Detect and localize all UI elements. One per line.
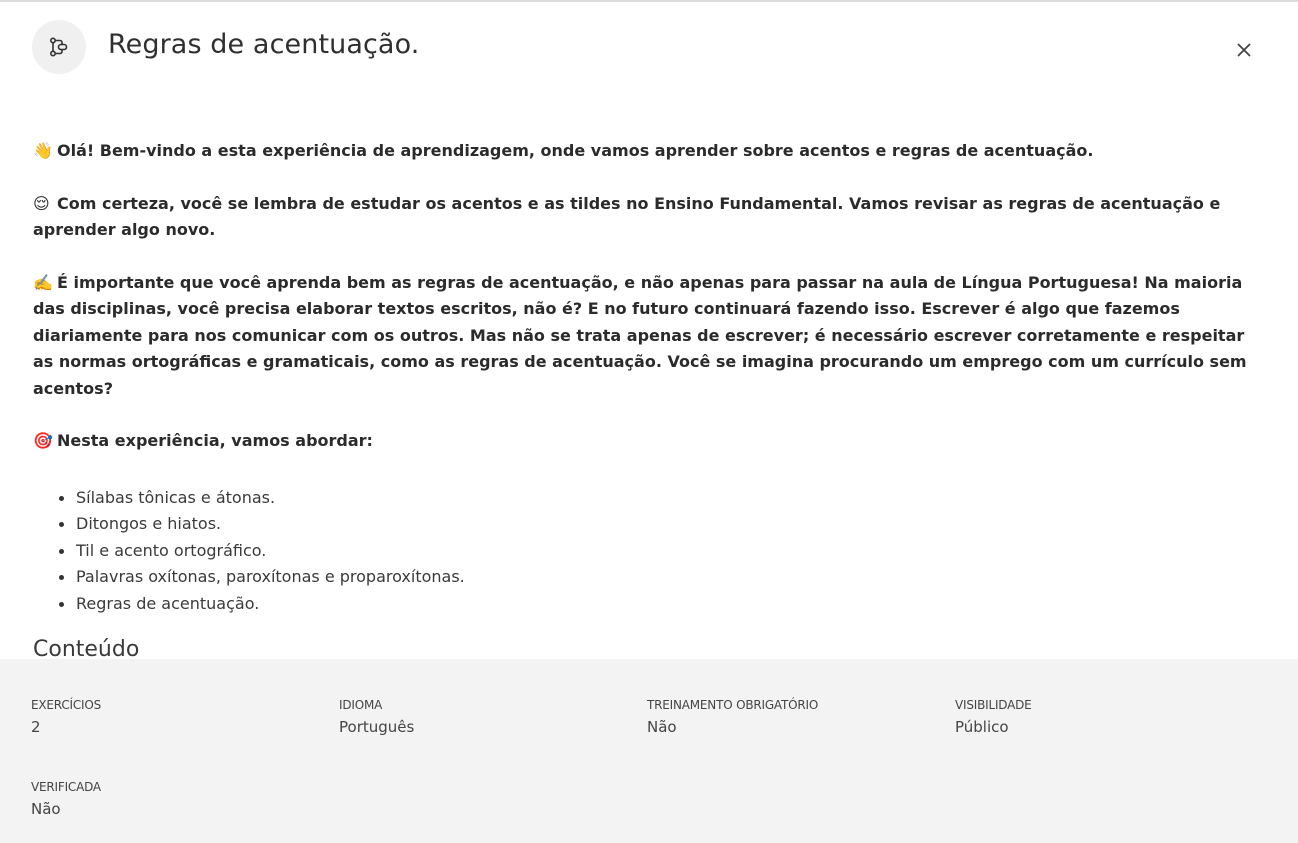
topics-intro-text: Nesta experiência, vamos abordar:: [57, 431, 373, 450]
info-idioma: IDIOMA Português: [339, 698, 639, 736]
info-value: Não: [647, 718, 677, 736]
list-item: Sílabas tônicas e átonas.: [57, 485, 1258, 512]
info-value: 2: [31, 718, 41, 736]
info-label: IDIOMA: [339, 698, 383, 712]
topics-intro-paragraph: 🎯 Nesta experiência, vamos abordar:: [33, 428, 1258, 455]
close-button[interactable]: [1230, 36, 1258, 64]
topics-list: Sílabas tônicas e átonas. Ditongos e hia…: [57, 485, 1258, 618]
list-item: Palavras oxítonas, paroxítonas e proparo…: [57, 564, 1258, 591]
description-scroll-area[interactable]: 👋 Olá! Bem-vindo a esta experiência de ap…: [0, 94, 1298, 659]
info-verificada: VERIFICADA Não: [31, 780, 331, 818]
info-label: VERIFICADA: [31, 780, 101, 794]
review-paragraph: 😌 Com certeza, você se lembra de estudar …: [33, 191, 1258, 244]
info-label: EXERCÍCIOS: [31, 698, 102, 712]
modal-header: Regras de acentuação.: [0, 2, 1298, 94]
close-icon: [1237, 43, 1251, 57]
intro-paragraph: 👋 Olá! Bem-vindo a esta experiência de ap…: [33, 138, 1258, 165]
relieved-face-icon: 😌: [33, 193, 50, 213]
flow-diagram-icon: [49, 37, 68, 57]
list-item: Regras de acentuação.: [57, 591, 1258, 618]
importance-paragraph: ✍️ É importante que você aprenda bem as r…: [33, 270, 1258, 403]
info-value: Português: [339, 718, 415, 736]
writing-hand-icon: ✍️: [33, 272, 53, 292]
waving-hand-icon: 👋: [33, 141, 53, 160]
info-exercicios: EXERCÍCIOS 2: [31, 698, 331, 736]
course-description: 👋 Olá! Bem-vindo a esta experiência de ap…: [33, 138, 1258, 659]
info-label: VISIBILIDADE: [955, 698, 1032, 712]
info-value: Não: [31, 800, 61, 818]
page-title: Regras de acentuação.: [108, 29, 420, 60]
info-visibilidade: VISIBILIDADE Público: [955, 698, 1255, 736]
target-icon: 🎯: [33, 431, 53, 450]
content-section-heading: Conteúdo: [33, 637, 140, 659]
info-treinamento-obrigatorio: TREINAMENTO OBRIGATÓRIO Não: [647, 698, 947, 736]
list-item: Til e acento ortográfico.: [57, 538, 1258, 565]
course-details-modal: Regras de acentuação. 👋 Olá! Bem-vindo a …: [0, 0, 1298, 843]
info-value: Público: [955, 718, 1009, 736]
list-item: Ditongos e hiatos.: [57, 511, 1258, 538]
importance-text: É importante que você aprenda bem as reg…: [33, 272, 1247, 398]
info-label: TREINAMENTO OBRIGATÓRIO: [647, 698, 819, 712]
course-type-badge: [32, 20, 86, 74]
review-text: Com certeza, você se lembra de estudar o…: [33, 193, 1221, 240]
intro-text: Olá! Bem-vindo a esta experiência de apr…: [57, 141, 1094, 160]
course-info-panel: EXERCÍCIOS 2 IDIOMA Português TREINAMENT…: [0, 659, 1298, 843]
